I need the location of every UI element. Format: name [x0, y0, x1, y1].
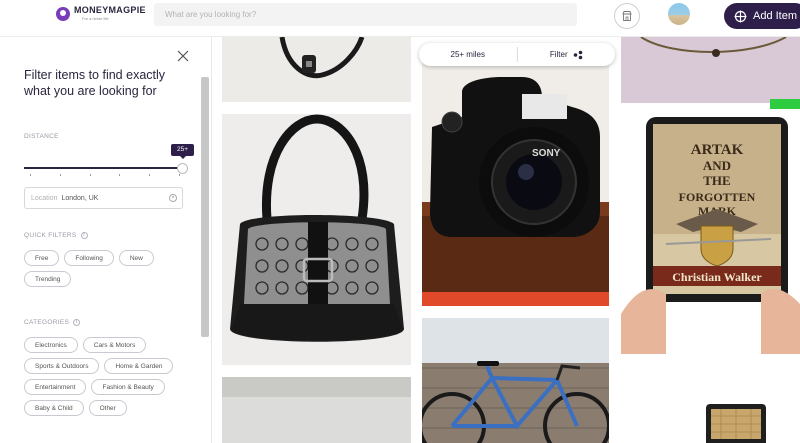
item-photo: SONY — [422, 62, 609, 306]
item-card[interactable] — [621, 37, 800, 103]
info-icon[interactable]: i — [73, 319, 81, 326]
chip-following[interactable]: Following — [64, 250, 114, 266]
add-item-button[interactable]: Add Item — [724, 3, 800, 29]
distance-slider-track[interactable] — [24, 167, 184, 169]
brand-logo[interactable]: MONEYMAGPIE For a richer life — [56, 6, 146, 21]
category-chips: Electronics Cars & Motors Sports & Outdo… — [24, 337, 184, 416]
item-photo — [222, 114, 411, 365]
info-icon[interactable]: i — [80, 232, 88, 239]
chip-free[interactable]: Free — [24, 250, 60, 266]
location-label: Location — [31, 194, 58, 202]
book-title-line: ARTAK — [691, 142, 744, 158]
item-card[interactable] — [222, 377, 411, 443]
filter-nodes-icon — [573, 50, 582, 59]
camera-brand-text: SONY — [532, 148, 561, 159]
chip-baby-child[interactable]: Baby & Child — [24, 400, 84, 416]
location-field[interactable]: Location London, UK × — [24, 187, 183, 209]
location-value: London, UK — [61, 194, 99, 202]
close-icon[interactable] — [175, 48, 191, 64]
chip-entertainment[interactable]: Entertainment — [24, 379, 87, 395]
new-badge — [770, 99, 800, 109]
item-photo: ARTAK AND THE FORGOTTEN MARK Christian W… — [621, 114, 800, 354]
distance-slider-ticks — [30, 174, 180, 176]
sidebar-scrollbar[interactable] — [201, 77, 209, 337]
chip-sports-outdoors[interactable]: Sports & Outdoors — [24, 358, 100, 374]
chip-trending[interactable]: Trending — [24, 271, 72, 287]
shop-button[interactable] — [614, 3, 640, 29]
item-photo — [422, 318, 609, 443]
item-photo — [621, 366, 800, 443]
brand-name: MONEYMAGPIE — [74, 5, 146, 15]
distance-value-badge: 25+ — [171, 144, 194, 159]
filter-sidebar: Filter items to find exactly what you ar… — [0, 37, 212, 443]
add-circle-icon — [734, 10, 747, 22]
book-title-line: THE — [703, 173, 730, 188]
add-item-label: Add Item — [753, 10, 798, 22]
distance-label: DISTANCE — [24, 133, 59, 140]
search-input[interactable] — [154, 3, 577, 26]
book-author-text: Christian Walker — [672, 270, 762, 284]
distance-filter-pill: 25+ miles Filter — [419, 43, 615, 66]
item-card[interactable] — [222, 37, 411, 102]
categories-label: CATEGORIES i — [24, 319, 81, 326]
shop-icon — [622, 11, 632, 21]
brand-tagline: For a richer life — [82, 16, 109, 21]
filter-pill-button[interactable]: Filter — [518, 50, 616, 60]
item-card[interactable] — [422, 318, 609, 443]
chip-cars-motors[interactable]: Cars & Motors — [82, 337, 147, 353]
item-card[interactable]: SONY — [422, 62, 609, 306]
filter-title: Filter items to find exactly what you ar… — [24, 68, 166, 98]
item-card[interactable] — [621, 366, 800, 443]
book-title-line: FORGOTTEN — [679, 190, 756, 204]
book-title-line: AND — [703, 158, 731, 173]
chip-electronics[interactable]: Electronics — [24, 337, 78, 353]
magpie-logo-icon — [56, 6, 70, 21]
chip-home-garden[interactable]: Home & Garden — [104, 358, 174, 374]
chip-new[interactable]: New — [118, 250, 154, 266]
item-card[interactable]: ARTAK AND THE FORGOTTEN MARK Christian W… — [621, 114, 800, 354]
item-photo — [222, 37, 411, 102]
quick-filter-chips: Free Following New Trending — [24, 250, 184, 287]
top-bar: MONEYMAGPIE For a richer life Add Item — [0, 0, 800, 37]
distance-slider-handle[interactable] — [177, 163, 188, 174]
user-avatar[interactable] — [668, 3, 690, 25]
item-photo — [621, 37, 800, 103]
quick-filters-label: QUICK FILTERS i — [24, 232, 88, 239]
chip-other[interactable]: Other — [88, 400, 127, 416]
item-photo — [222, 377, 411, 443]
item-card[interactable] — [222, 114, 411, 365]
clear-location-icon[interactable]: × — [169, 194, 177, 202]
chip-fashion-beauty[interactable]: Fashion & Beauty — [91, 379, 165, 395]
item-feed: SONY ARTAK AND THE FORGOTTEN Christian W… — [212, 37, 800, 443]
distance-pill-button[interactable]: 25+ miles — [419, 50, 517, 59]
